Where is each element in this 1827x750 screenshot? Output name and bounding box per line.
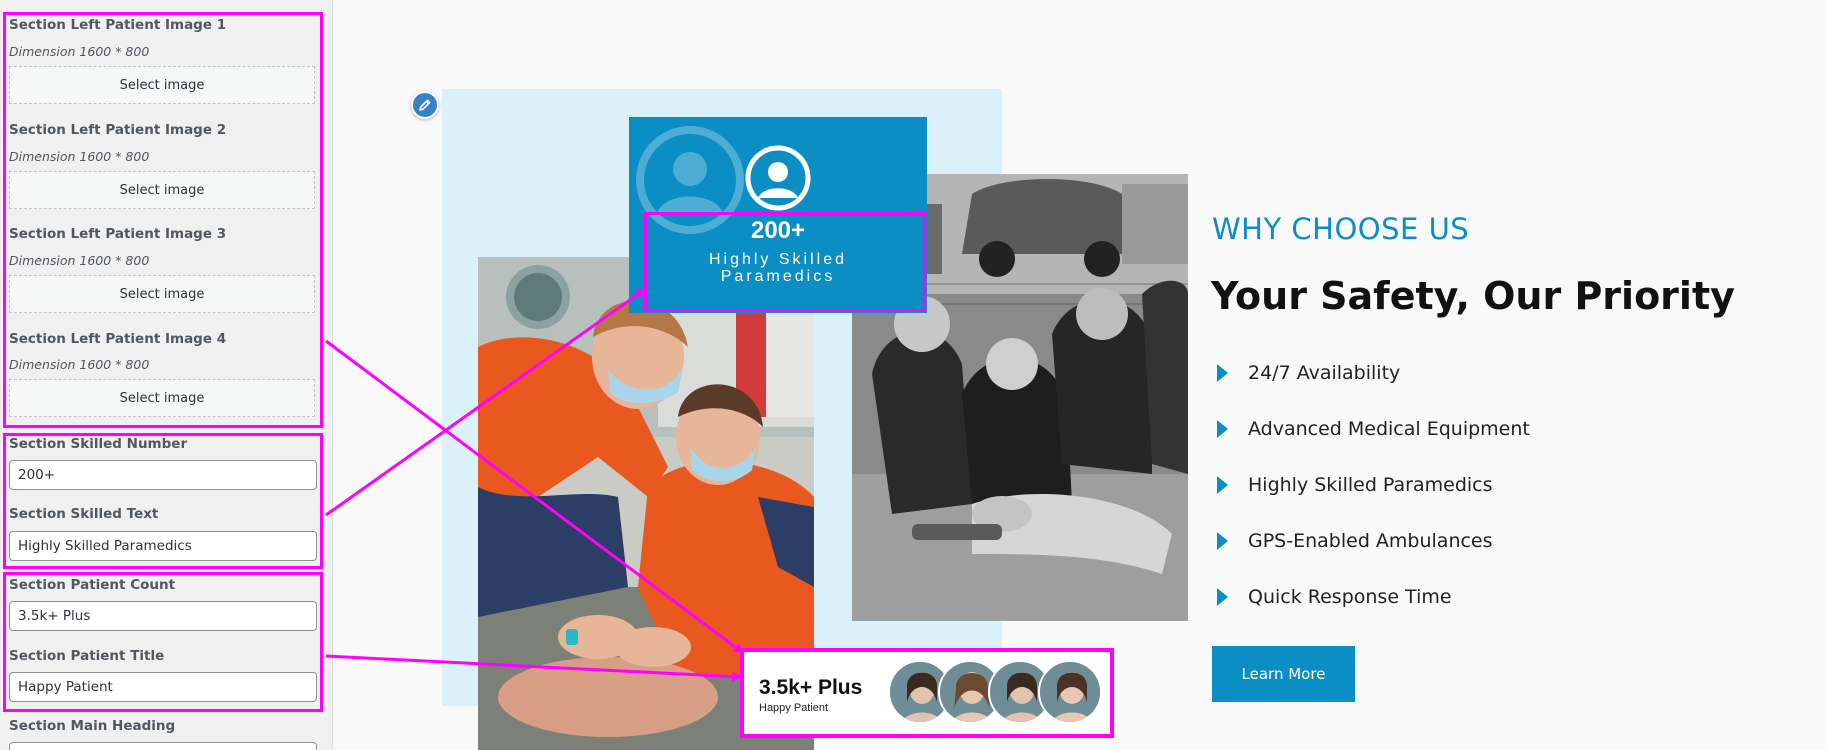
image-4-label: Section Left Patient Image 4 (9, 331, 227, 347)
main-heading-label: Section Main Heading (9, 718, 176, 734)
feature-text: GPS-Enabled Ambulances (1248, 530, 1493, 552)
select-image-1-button[interactable]: Select image (9, 66, 315, 104)
feature-item: 24/7 Availability (1213, 358, 1400, 388)
feature-item: GPS-Enabled Ambulances (1213, 526, 1493, 556)
patient-count-label: Section Patient Count (9, 577, 176, 593)
image-1-label: Section Left Patient Image 1 (9, 17, 227, 33)
select-image-2-button[interactable]: Select image (9, 171, 315, 209)
image-3-label: Section Left Patient Image 3 (9, 226, 227, 242)
triangle-right-icon (1217, 420, 1228, 438)
skilled-text-label: Section Skilled Text (9, 506, 159, 522)
select-image-4-button[interactable]: Select image (9, 379, 315, 417)
skilled-card-highlight (644, 212, 926, 312)
feature-item: Advanced Medical Equipment (1213, 414, 1530, 444)
customizer-panel: Section Left Patient Image 1 Dimension 1… (0, 0, 333, 750)
select-image-3-button[interactable]: Select image (9, 275, 315, 313)
feature-text: Advanced Medical Equipment (1248, 418, 1530, 440)
patient-title-label: Section Patient Title (9, 648, 165, 664)
triangle-right-icon (1217, 476, 1228, 494)
why-choose-us-label: WHY CHOOSE US (1212, 212, 1470, 246)
user-circle-icon (745, 145, 811, 211)
feature-item: Highly Skilled Paramedics (1213, 470, 1493, 500)
patient-title-input[interactable] (9, 672, 317, 702)
main-heading-input[interactable] (9, 742, 317, 750)
patient-count-input[interactable] (9, 601, 317, 631)
learn-more-button[interactable]: Learn More (1212, 646, 1355, 702)
image-1-dimension: Dimension 1600 * 800 (9, 44, 150, 59)
pencil-icon (419, 99, 431, 111)
skilled-text-input[interactable] (9, 531, 317, 561)
image-2-label: Section Left Patient Image 2 (9, 122, 227, 138)
triangle-right-icon (1217, 364, 1228, 382)
image-2-dimension: Dimension 1600 * 800 (9, 149, 150, 164)
feature-text: 24/7 Availability (1248, 362, 1401, 384)
skilled-number-label: Section Skilled Number (9, 436, 188, 452)
section-main-heading: Your Safety, Our Priority (1211, 274, 1735, 318)
feature-text: Highly Skilled Paramedics (1248, 474, 1493, 496)
happy-patient-card: 3.5k+ Plus Happy Patient (740, 648, 1114, 738)
patient-title: Happy Patient (759, 702, 829, 714)
image-4-dimension: Dimension 1600 * 800 (9, 357, 150, 372)
triangle-right-icon (1217, 532, 1228, 550)
image-3-dimension: Dimension 1600 * 800 (9, 253, 150, 268)
patient-avatar (1038, 660, 1102, 724)
triangle-right-icon (1217, 588, 1228, 606)
skilled-number-input[interactable] (9, 460, 317, 490)
feature-text: Quick Response Time (1248, 586, 1452, 608)
edit-shortcut-button[interactable] (411, 91, 439, 119)
feature-item: Quick Response Time (1213, 582, 1452, 612)
patient-count: 3.5k+ Plus (759, 676, 863, 699)
